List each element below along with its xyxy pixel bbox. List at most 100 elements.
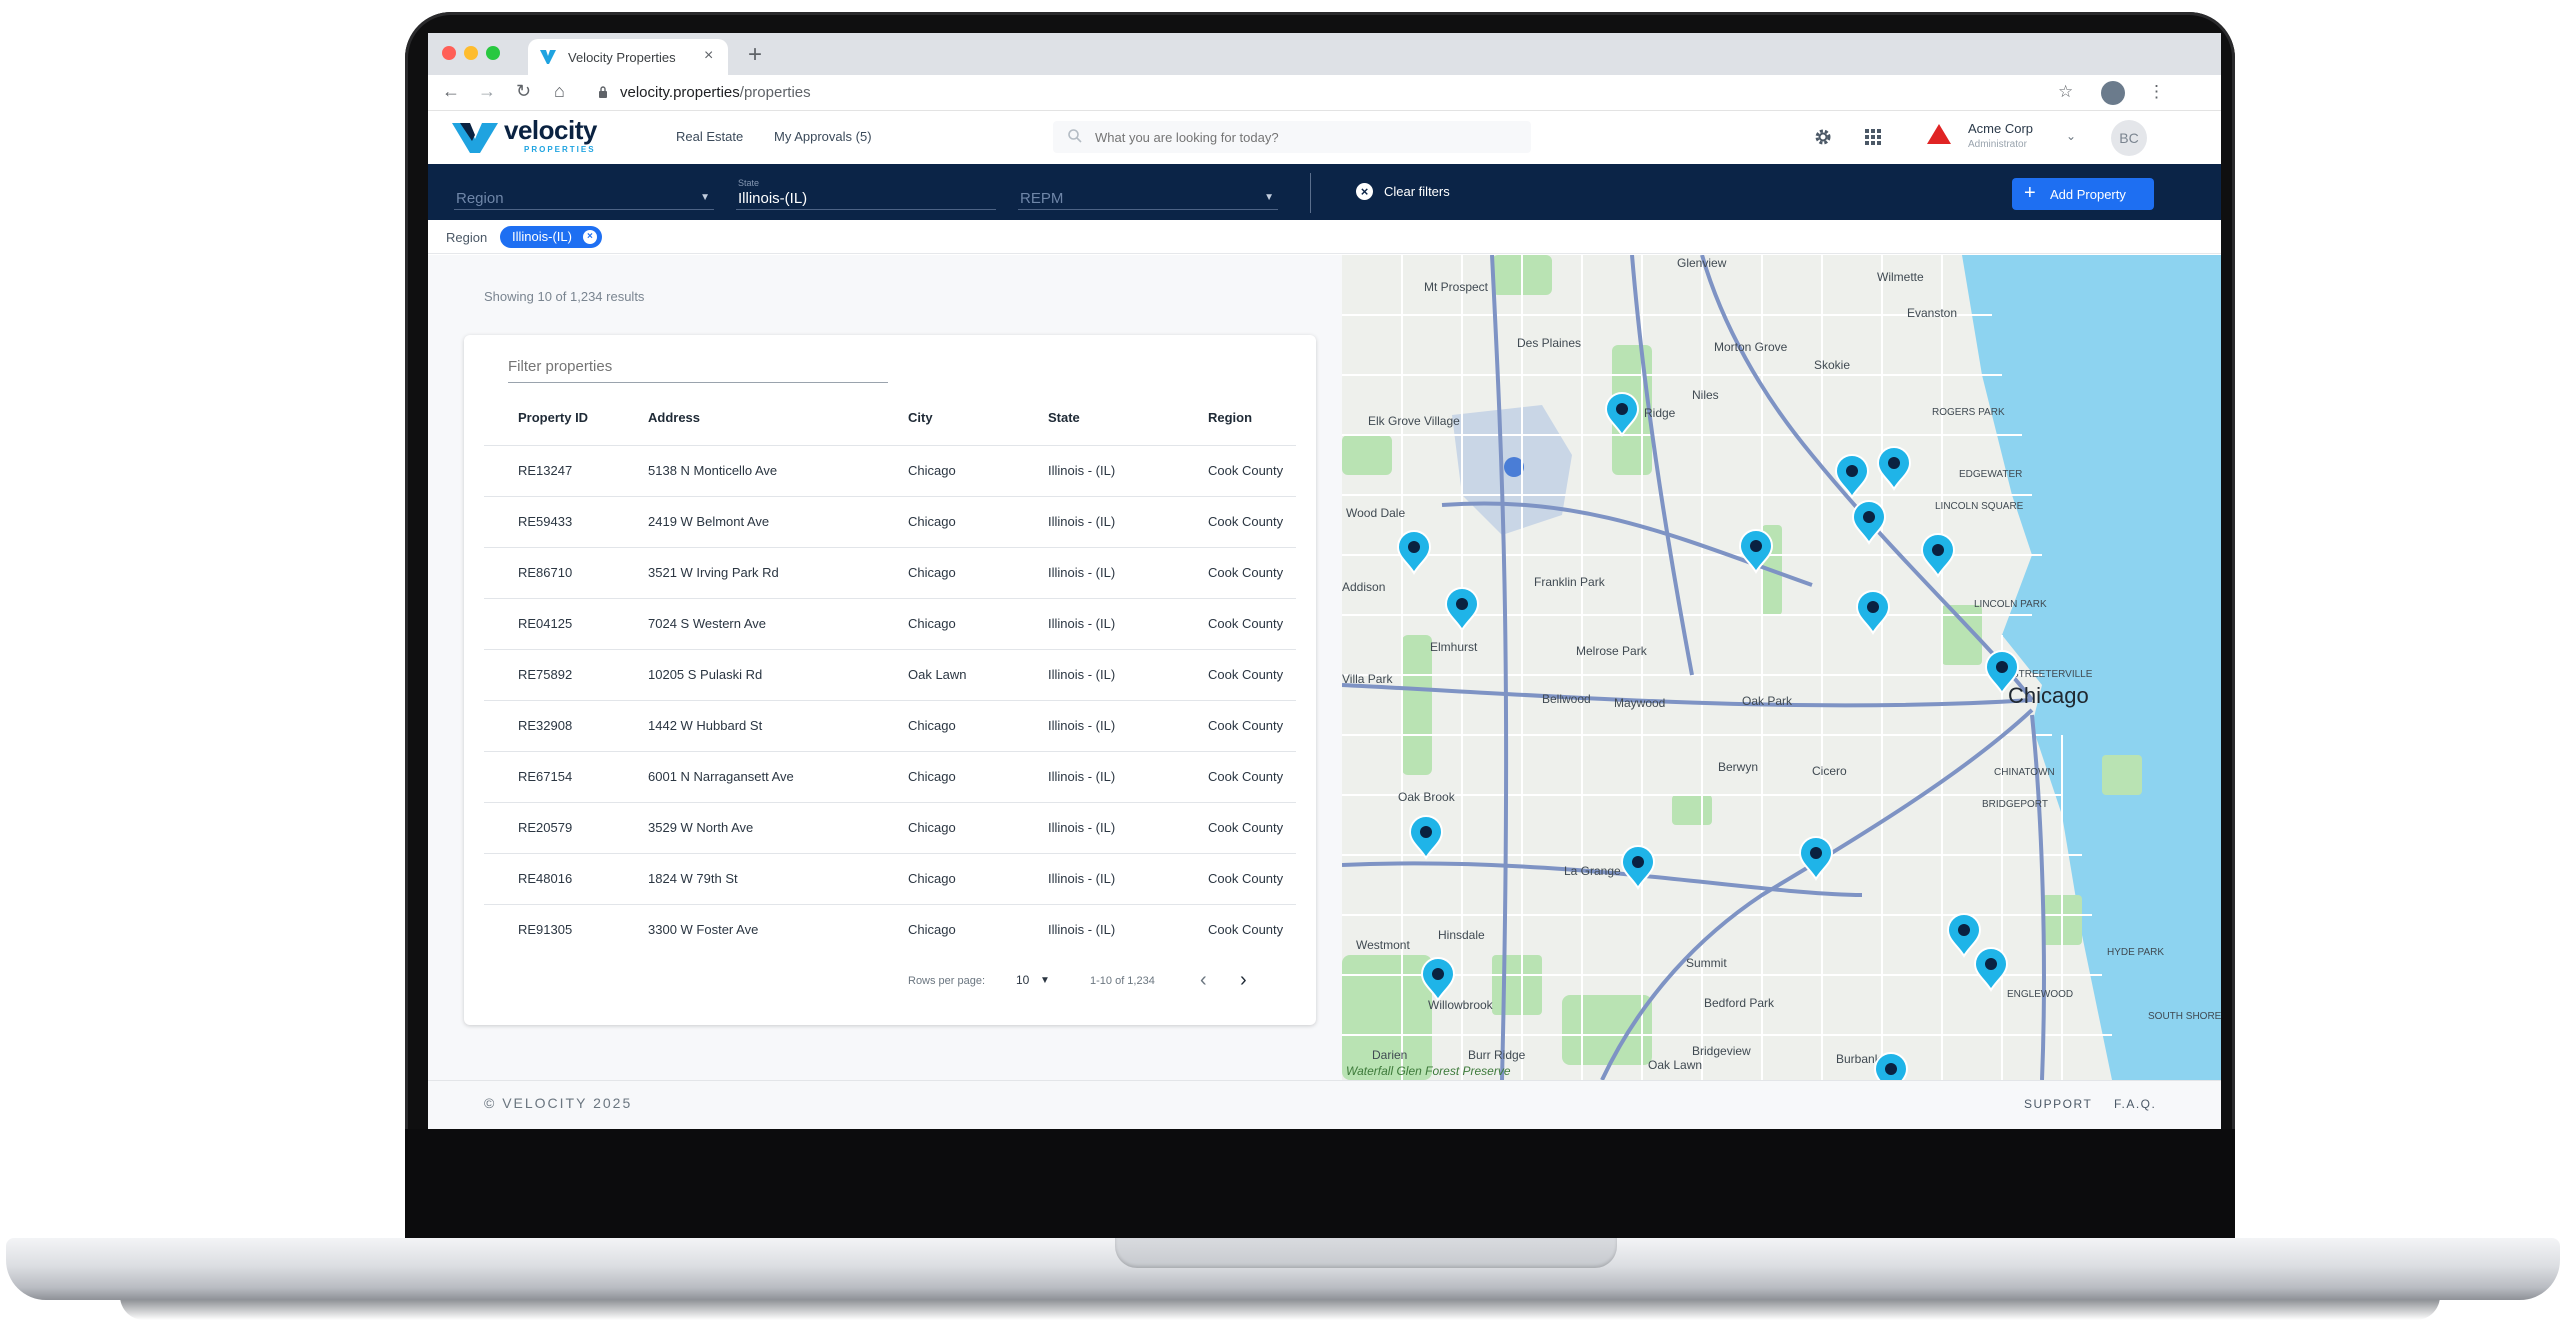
address-bar[interactable]: velocity.properties/properties [620, 84, 811, 101]
table-row[interactable]: RE32908 1442 W Hubbard St Chicago Illino… [484, 700, 1296, 752]
map-label: Wilmette [1877, 270, 1924, 284]
tab-close-icon[interactable]: × [704, 47, 713, 65]
table-row[interactable]: RE86710 3521 W Irving Park Rd Chicago Il… [484, 547, 1296, 599]
map-label: Oak Lawn [1648, 1058, 1702, 1072]
map-label: ENGLEWOOD [2007, 989, 2073, 1000]
table-row[interactable]: RE75892 10205 S Pulaski Rd Oak Lawn Illi… [484, 649, 1296, 701]
faq-link[interactable]: F.A.Q. [2114, 1097, 2156, 1111]
map-label: Elmhurst [1430, 640, 1478, 654]
property-map[interactable]: Mt Prospect Glenview Wilmette Evanston D… [1342, 255, 2221, 1080]
cell-address: 7024 S Western Ave [614, 598, 874, 650]
add-property-label: Add Property [2050, 187, 2126, 202]
minimize-window-dot[interactable] [464, 46, 478, 60]
pagination: Rows per page: 10 ▼ 1-10 of 1,234 ‹ › [908, 967, 1308, 997]
chip-remove-icon[interactable]: × [582, 230, 597, 244]
browser-menu-icon[interactable]: ⋮ [2148, 82, 2165, 102]
home-icon[interactable]: ⌂ [554, 81, 565, 102]
map-label: CHINATOWN [1994, 767, 2055, 778]
account-name[interactable]: Acme Corp [1968, 121, 2033, 136]
table-row[interactable]: RE04125 7024 S Western Ave Chicago Illin… [484, 598, 1296, 650]
table-row[interactable]: RE59433 2419 W Belmont Ave Chicago Illin… [484, 496, 1296, 548]
column-header-region[interactable]: Region [1174, 391, 1296, 446]
close-window-dot[interactable] [442, 46, 456, 60]
cell-property-id: RE59433 [484, 496, 614, 548]
map-label: HYDE PARK [2107, 947, 2164, 958]
cell-address: 10205 S Pulaski Rd [614, 649, 874, 701]
add-property-button[interactable]: + Add Property [2012, 178, 2154, 210]
map-label: Ridge [1644, 406, 1676, 420]
cell-state: Illinois - (IL) [1014, 802, 1174, 854]
maximize-window-dot[interactable] [486, 46, 500, 60]
cell-address: 6001 N Narragansett Ave [614, 751, 874, 803]
apps-grid-icon[interactable] [1862, 126, 1884, 148]
column-header-state[interactable]: State [1014, 391, 1174, 446]
nav-real-estate[interactable]: Real Estate [676, 129, 743, 144]
account-role: Administrator [1968, 139, 2027, 150]
plus-icon: + [2024, 182, 2036, 204]
laptop-notch [1115, 1238, 1617, 1268]
cell-region: Cook County [1174, 802, 1296, 854]
state-select[interactable]: State Illinois-(IL) [736, 176, 996, 210]
global-search[interactable] [1053, 121, 1531, 153]
map-label: LINCOLN PARK [1974, 599, 2047, 610]
map-label: Franklin Park [1534, 575, 1606, 589]
map-label: Villa Park [1342, 672, 1393, 686]
new-tab-icon[interactable]: + [748, 41, 762, 69]
cell-region: Cook County [1174, 751, 1296, 803]
results-pane: Showing 10 of 1,234 results Property ID … [428, 255, 1342, 1080]
results-summary: Showing 10 of 1,234 results [484, 289, 645, 304]
chevron-right-icon[interactable]: › [1240, 969, 1247, 992]
global-search-input[interactable] [1095, 127, 1515, 147]
map-label: Wood Dale [1346, 506, 1405, 520]
velocity-logo-icon[interactable] [450, 119, 500, 155]
forward-arrow-icon[interactable]: → [478, 81, 496, 102]
app-header: velocity PROPERTIES Real Estate My Appro… [428, 111, 2221, 164]
caret-down-icon[interactable]: ▼ [1040, 975, 1050, 986]
column-header-address[interactable]: Address [614, 391, 874, 446]
map-label: Mt Prospect [1424, 280, 1489, 294]
cell-city: Chicago [874, 598, 1014, 650]
cell-region: Cook County [1174, 445, 1296, 497]
map-label: LINCOLN SQUARE [1935, 501, 2024, 512]
table-row[interactable]: RE67154 6001 N Narragansett Ave Chicago … [484, 751, 1296, 803]
user-avatar[interactable]: BC [2111, 120, 2147, 156]
cell-region: Cook County [1174, 547, 1296, 599]
support-link[interactable]: SUPPORT [2024, 1097, 2092, 1111]
chevron-left-icon[interactable]: ‹ [1200, 969, 1207, 992]
map-label: Darien [1372, 1048, 1407, 1062]
region-select[interactable]: Region ▼ [454, 176, 714, 210]
chevron-down-icon[interactable]: ⌄ [2066, 129, 2076, 143]
table-row[interactable]: RE20579 3529 W North Ave Chicago Illinoi… [484, 802, 1296, 854]
filter-divider [1310, 173, 1311, 213]
filter-properties-input[interactable] [508, 351, 888, 383]
cell-property-id: RE13247 [484, 445, 614, 497]
column-header-property-id[interactable]: Property ID [484, 391, 614, 446]
cell-state: Illinois - (IL) [1014, 853, 1174, 905]
logo-text: velocity [504, 115, 597, 145]
table-row[interactable]: RE91305 3300 W Foster Ave Chicago Illino… [484, 904, 1296, 955]
map-canvas[interactable]: Mt Prospect Glenview Wilmette Evanston D… [1342, 255, 2221, 1080]
browser-tab[interactable]: Velocity Properties × [528, 39, 728, 75]
repm-select[interactable]: REPM ▼ [1018, 176, 1278, 210]
back-arrow-icon[interactable]: ← [442, 81, 460, 102]
active-filters-row: Region Illinois-(IL) × [428, 220, 2221, 254]
bookmark-star-icon[interactable]: ☆ [2058, 82, 2073, 102]
reload-icon[interactable]: ↻ [516, 81, 531, 102]
profile-avatar-icon[interactable] [2101, 81, 2125, 105]
rows-per-page-select[interactable]: 10 [1016, 973, 1029, 987]
filter-chip-state[interactable]: Illinois-(IL) × [500, 226, 602, 248]
map-label: Des Plaines [1517, 336, 1581, 350]
map-label: Skokie [1814, 358, 1850, 372]
property-pin-icon[interactable] [1873, 1052, 1909, 1080]
map-label: STREETERVILLE [2012, 669, 2093, 680]
table-row[interactable]: RE48016 1824 W 79th St Chicago Illinois … [484, 853, 1296, 905]
nav-my-approvals[interactable]: My Approvals (5) [774, 129, 872, 144]
map-label: Oak Park [1742, 694, 1793, 708]
logo-subtext: PROPERTIES [524, 145, 596, 154]
map-label: Cicero [1812, 764, 1847, 778]
gear-icon[interactable] [1812, 126, 1834, 148]
column-header-city[interactable]: City [874, 391, 1014, 446]
table-row[interactable]: RE13247 5138 N Monticello Ave Chicago Il… [484, 445, 1296, 497]
cell-state: Illinois - (IL) [1014, 751, 1174, 803]
map-label: Maywood [1614, 696, 1665, 710]
